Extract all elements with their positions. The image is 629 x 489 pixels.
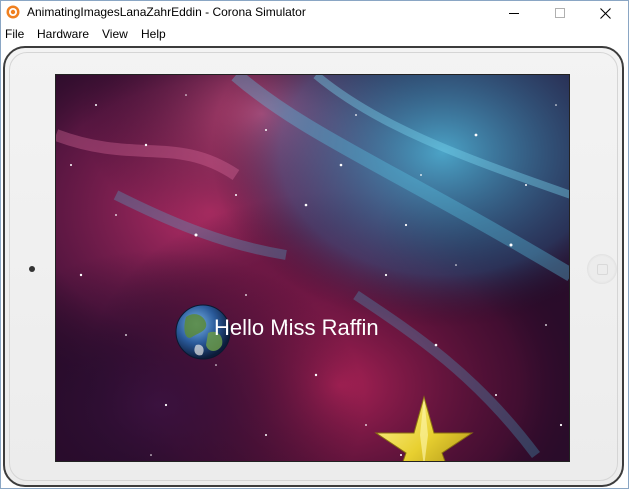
camera-dot: [29, 266, 35, 272]
menu-help[interactable]: Help: [141, 27, 166, 41]
home-square-icon: [597, 264, 608, 275]
corona-logo-icon: [6, 5, 20, 19]
title-bar[interactable]: AnimatingImagesLanaZahrEddin - Corona Si…: [1, 1, 628, 25]
greeting-text: Hello Miss Raffin: [214, 315, 379, 340]
menu-bar: File Hardware View Help: [1, 25, 628, 44]
maximize-icon: [555, 8, 565, 18]
home-button[interactable]: [587, 254, 617, 284]
menu-hardware[interactable]: Hardware: [37, 27, 89, 41]
close-button[interactable]: [582, 1, 628, 25]
minimize-icon: [509, 13, 519, 14]
close-icon: [599, 7, 611, 19]
nebula-background: [56, 75, 569, 461]
simulator-window: AnimatingImagesLanaZahrEddin - Corona Si…: [0, 0, 629, 489]
simulator-screen[interactable]: Hello Miss Raffin: [55, 74, 570, 462]
menu-file[interactable]: File: [5, 27, 24, 41]
minimize-button[interactable]: [491, 1, 537, 25]
menu-view[interactable]: View: [102, 27, 128, 41]
maximize-button[interactable]: [537, 1, 583, 25]
window-title: AnimatingImagesLanaZahrEddin - Corona Si…: [27, 5, 306, 19]
